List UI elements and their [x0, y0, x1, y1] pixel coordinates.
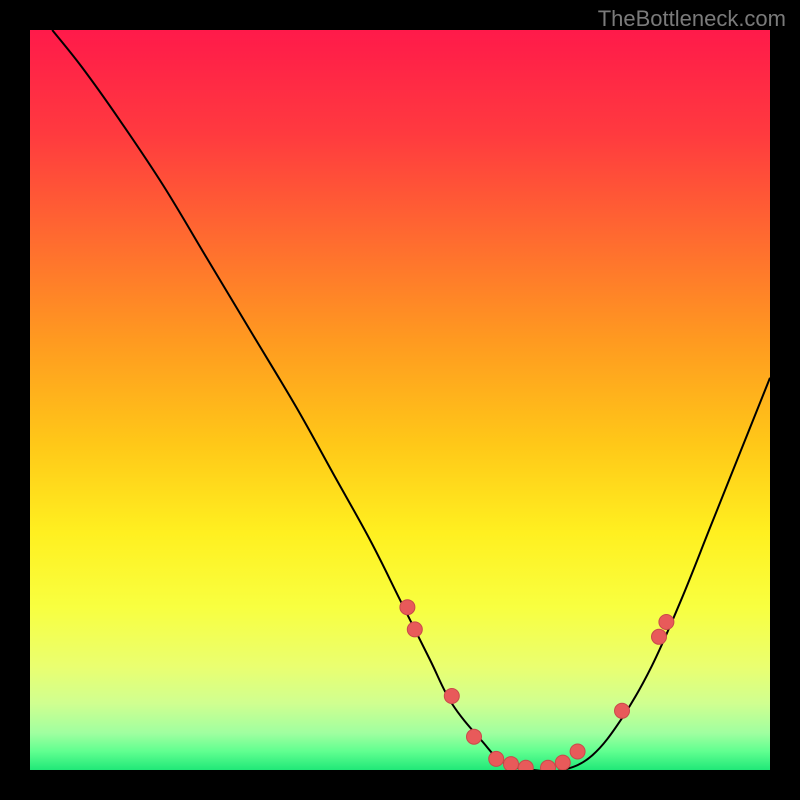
watermark-text: TheBottleneck.com [598, 6, 786, 32]
chart-frame [30, 30, 770, 770]
gradient-background [30, 30, 770, 770]
